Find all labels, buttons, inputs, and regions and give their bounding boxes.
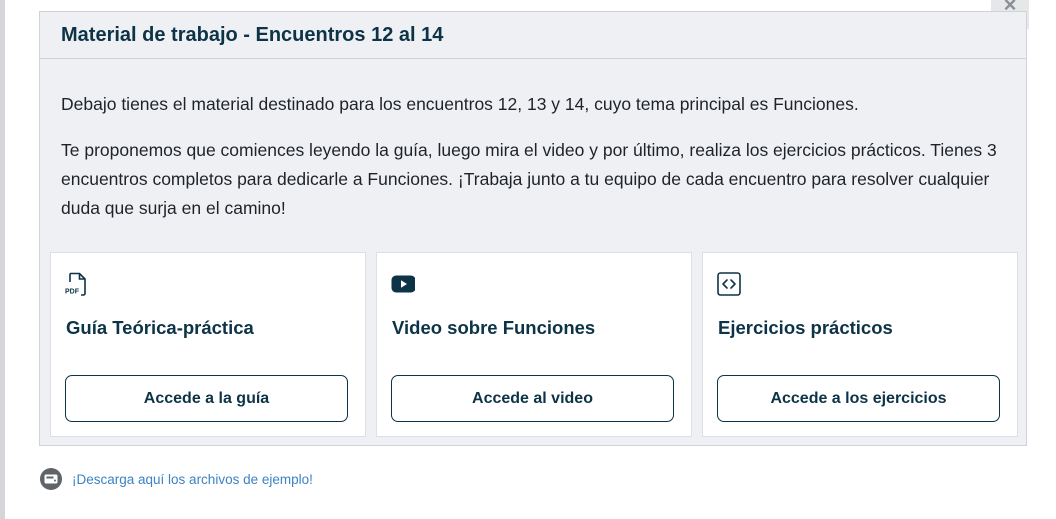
left-border xyxy=(0,0,5,519)
panel-body: Debajo tienes el material destinado para… xyxy=(40,90,1026,223)
download-examples-link[interactable]: ¡Descarga aquí los archivos de ejemplo! xyxy=(72,472,313,487)
intro-paragraph: Debajo tienes el material destinado para… xyxy=(61,94,859,114)
access-exercises-button[interactable]: Accede a los ejercicios xyxy=(717,375,1000,422)
svg-text:PDF: PDF xyxy=(65,289,80,296)
card-title: Guía Teórica-práctica xyxy=(66,317,254,338)
panel-header: Material de trabajo - Encuentros 12 al 1… xyxy=(40,12,1026,59)
card-title: Video sobre Funciones xyxy=(392,317,596,338)
youtube-play-icon xyxy=(391,272,416,296)
resource-cards: PDF Guía Teórica-práctica Accede a la gu… xyxy=(50,252,1018,437)
access-guide-button[interactable]: Accede a la guía xyxy=(65,375,348,422)
card-exercises: Ejercicios prácticos Accede a los ejerci… xyxy=(702,252,1018,437)
hard-drive-icon xyxy=(40,468,62,490)
download-row: ¡Descarga aquí los archivos de ejemplo! xyxy=(40,468,313,490)
page: × Material de trabajo - Encuentros 12 al… xyxy=(0,0,1056,519)
pdf-file-icon: PDF xyxy=(65,272,89,296)
panel-title: Material de trabajo - Encuentros 12 al 1… xyxy=(61,23,444,46)
material-panel: Material de trabajo - Encuentros 12 al 1… xyxy=(39,11,1027,446)
card-guide: PDF Guía Teórica-práctica Accede a la gu… xyxy=(50,252,366,437)
instructions-paragraph: Te proponemos que comiences leyendo la g… xyxy=(61,140,997,218)
card-video: Video sobre Funciones Accede al video xyxy=(376,252,692,437)
code-brackets-icon xyxy=(717,272,741,296)
access-video-button[interactable]: Accede al video xyxy=(391,375,674,422)
card-title: Ejercicios prácticos xyxy=(718,317,893,338)
